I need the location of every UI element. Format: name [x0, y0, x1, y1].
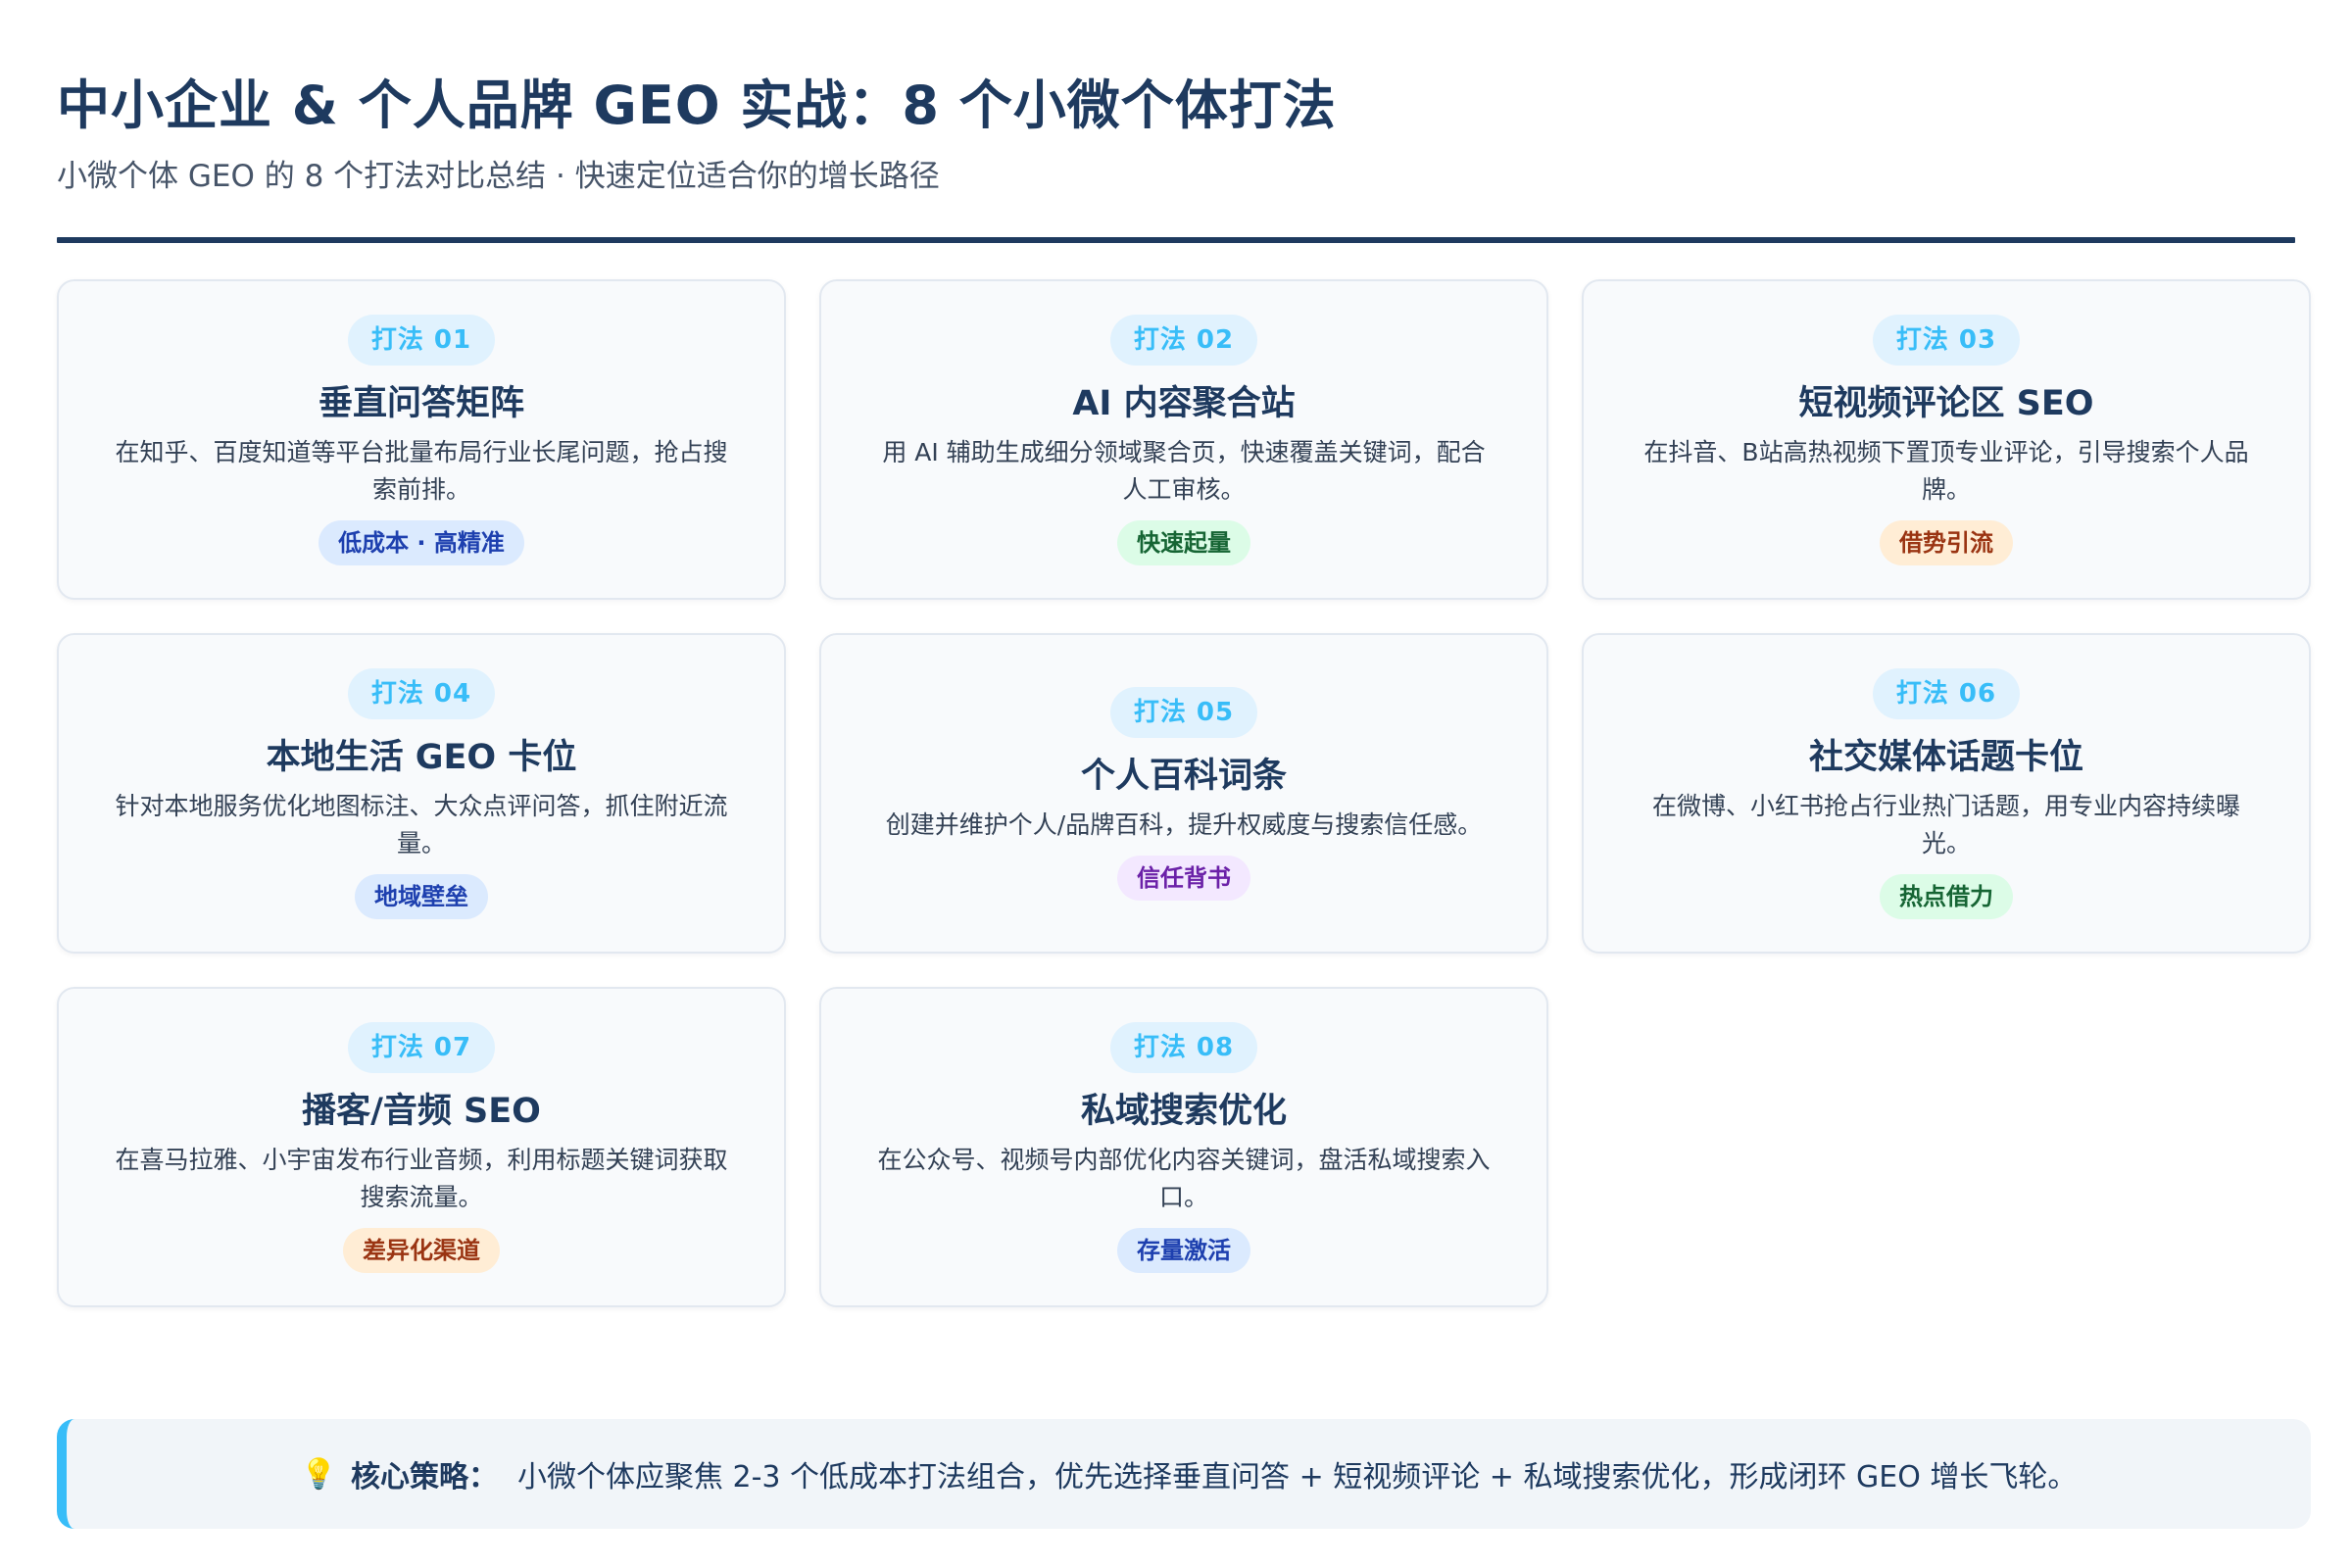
card-description: 在知乎、百度知道等平台批量布局行业长尾问题，抢占搜索前排。: [115, 437, 728, 504]
card-number-badge: 打法 02: [1109, 314, 1258, 366]
page-subtitle: 小微个体 GEO 的 8 个打法对比总结 · 快速定位适合你的增长路径: [57, 159, 940, 194]
card-title: 个人百科词条: [1080, 756, 1287, 796]
card-description: 创建并维护个人/品牌百科，提升权威度与搜索信任感。: [885, 809, 1483, 839]
card-title: 垂直问答矩阵: [318, 383, 524, 423]
header-divider: [57, 237, 2295, 243]
page-title: 中小企业 & 个人品牌 GEO 实战：8 个小微个体打法: [57, 74, 1337, 136]
card-number-badge: 打法 01: [347, 314, 496, 366]
card-number-badge: 打法 06: [1872, 667, 2021, 719]
strategy-card-07: 打法 07 播客/音频 SEO 在喜马拉雅、小宇宙发布行业音频，利用标题关键词获…: [57, 987, 786, 1307]
card-title: AI 内容聚合站: [1072, 383, 1296, 423]
strategy-card-05: 打法 05 个人百科词条 创建并维护个人/品牌百科，提升权威度与搜索信任感。 信…: [819, 633, 1548, 954]
card-description: 在公众号、视频号内部优化内容关键词，盘活私域搜索入口。: [877, 1145, 1491, 1211]
strategy-card-04: 打法 04 本地生活 GEO 卡位 针对本地服务优化地图标注、大众点评问答，抓住…: [57, 633, 786, 954]
card-description: 针对本地服务优化地图标注、大众点评问答，抓住附近流量。: [115, 791, 728, 858]
card-number-badge: 打法 07: [347, 1021, 496, 1073]
header: 中小企业 & 个人品牌 GEO 实战：8 个小微个体打法 小微个体 GEO 的 …: [57, 0, 2295, 243]
card-number-badge: 打法 04: [347, 667, 496, 719]
card-tag: 热点借力: [1880, 873, 2013, 919]
page: 中小企业 & 个人品牌 GEO 实战：8 个小微个体打法 小微个体 GEO 的 …: [0, 0, 2352, 1568]
card-tag: 低成本 · 高精准: [318, 519, 524, 565]
strategy-text: 小微个体应聚焦 2-3 个低成本打法组合，优先选择垂直问答 + 短视频评论 + …: [516, 1460, 2078, 1494]
lightbulb-icon: 💡: [300, 1456, 337, 1492]
strategy-card-02: 打法 02 AI 内容聚合站 用 AI 辅助生成细分领域聚合页，快速覆盖关键词，…: [819, 279, 1548, 600]
card-tag: 差异化渠道: [343, 1227, 500, 1273]
card-title: 本地生活 GEO 卡位: [266, 737, 577, 777]
card-number-badge: 打法 05: [1109, 686, 1258, 738]
card-title: 播客/音频 SEO: [302, 1091, 541, 1131]
strategy-card-03: 打法 03 短视频评论区 SEO 在抖音、B站高热视频下置顶专业评论，引导搜索个…: [1582, 279, 2311, 600]
strategy-card-01: 打法 01 垂直问答矩阵 在知乎、百度知道等平台批量布局行业长尾问题，抢占搜索前…: [57, 279, 786, 600]
card-tag: 地域壁垒: [355, 873, 488, 919]
card-description: 用 AI 辅助生成细分领域聚合页，快速覆盖关键词，配合人工审核。: [882, 437, 1486, 504]
card-title: 私域搜索优化: [1080, 1091, 1287, 1131]
card-number-badge: 打法 08: [1109, 1021, 1258, 1073]
card-tag: 存量激活: [1117, 1227, 1250, 1273]
strategy-label: 核心策略：: [350, 1460, 498, 1494]
card-number-badge: 打法 03: [1872, 314, 2021, 366]
card-title: 短视频评论区 SEO: [1798, 383, 2094, 423]
card-tag: 信任背书: [1117, 855, 1250, 901]
card-description: 在抖音、B站高热视频下置顶专业评论，引导搜索个人品牌。: [1643, 437, 2249, 504]
strategy-card-08: 打法 08 私域搜索优化 在公众号、视频号内部优化内容关键词，盘活私域搜索入口。…: [819, 987, 1548, 1307]
strategy-card-06: 打法 06 社交媒体话题卡位 在微博、小红书抢占行业热门话题，用专业内容持续曝光…: [1582, 633, 2311, 954]
card-tag: 快速起量: [1117, 519, 1250, 565]
card-description: 在微博、小红书抢占行业热门话题，用专业内容持续曝光。: [1651, 791, 2240, 858]
core-strategy-banner: 💡 核心策略： 小微个体应聚焦 2-3 个低成本打法组合，优先选择垂直问答 + …: [57, 1419, 2311, 1529]
card-description: 在喜马拉雅、小宇宙发布行业音频，利用标题关键词获取搜索流量。: [115, 1145, 728, 1211]
card-title: 社交媒体话题卡位: [1808, 737, 2083, 777]
card-tag: 借势引流: [1880, 519, 2013, 565]
strategy-card-grid: 打法 01 垂直问答矩阵 在知乎、百度知道等平台批量布局行业长尾问题，抢占搜索前…: [57, 279, 2311, 1307]
